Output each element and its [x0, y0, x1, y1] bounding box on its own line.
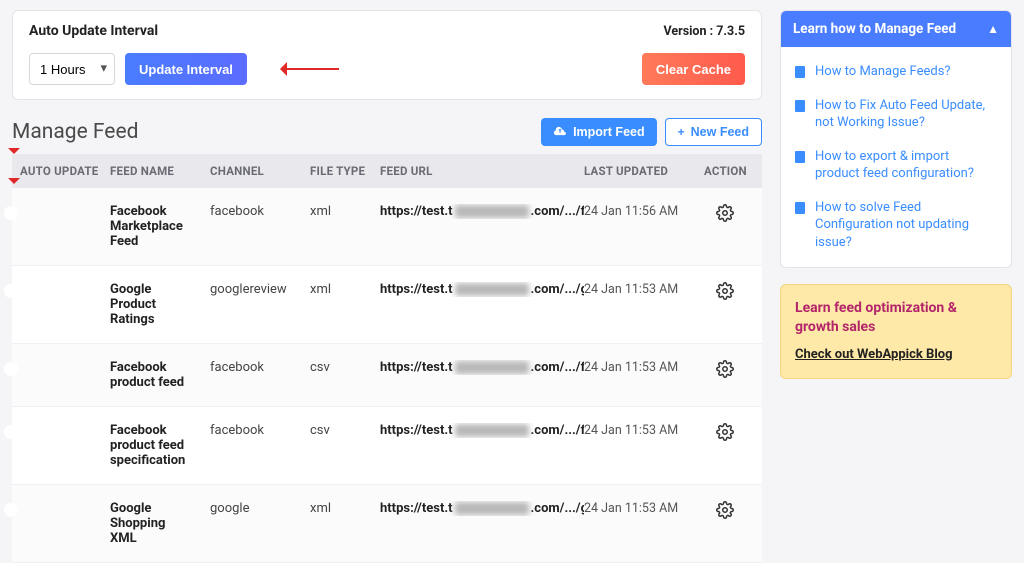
feed-file-type: csv — [310, 423, 380, 438]
feed-table: AUTO UPDATE FEED NAME CHANNEL FILE TYPE … — [12, 154, 762, 563]
feed-last-updated: 24 Jan 11:53 AM — [584, 501, 704, 516]
annotation-marker — [8, 148, 20, 160]
row-action — [704, 423, 754, 445]
table-row: Facebook product feed facebookcsvhttps://… — [12, 344, 762, 407]
help-box-title: Learn how to Manage Feed — [793, 21, 956, 37]
feed-channel: googlereview — [210, 282, 310, 297]
import-feed-button[interactable]: Import Feed — [541, 118, 657, 146]
redacted-segment — [455, 361, 529, 374]
feed-name[interactable]: Facebook product feed specification — [110, 423, 202, 468]
feed-file-type: xml — [310, 282, 380, 297]
feed-name[interactable]: Facebook product feed — [110, 360, 202, 390]
feed-name[interactable]: Google Shopping XML — [110, 501, 202, 546]
redacted-segment — [455, 502, 529, 515]
feed-url[interactable]: https://test.t.com/.../g... — [380, 501, 584, 516]
col-channel[interactable]: CHANNEL — [210, 164, 310, 178]
feed-url[interactable]: https://test.t.com/.../fa... — [380, 423, 584, 438]
feed-channel: facebook — [210, 360, 310, 375]
version-label: Version : 7.3.5 — [663, 24, 745, 39]
row-action — [704, 282, 754, 304]
feed-channel: facebook — [210, 204, 310, 219]
feed-name[interactable]: Facebook Marketplace Feed — [110, 204, 202, 249]
help-link-label: How to export & import product feed conf… — [815, 148, 997, 183]
gear-icon[interactable] — [716, 430, 734, 445]
redacted-segment — [455, 283, 529, 296]
document-icon — [795, 202, 805, 214]
new-feed-button[interactable]: + New Feed — [665, 118, 762, 146]
feed-name[interactable]: Google Product Ratings — [110, 282, 202, 327]
plus-icon: + — [678, 125, 685, 139]
promo-link[interactable]: Check out WebAppick Blog — [795, 347, 953, 362]
cloud-icon — [553, 125, 567, 140]
import-feed-label: Import Feed — [573, 125, 645, 139]
help-link-label: How to solve Feed Configuration not upda… — [815, 199, 997, 252]
document-icon — [795, 66, 805, 78]
feed-channel: facebook — [210, 423, 310, 438]
redacted-segment — [455, 424, 529, 437]
table-row: Facebook Marketplace Feed facebookxmlhttp… — [12, 188, 762, 266]
auto-update-panel: Auto Update Interval Version : 7.3.5 1 H… — [12, 10, 762, 100]
row-action — [704, 360, 754, 382]
promo-box: Learn feed optimization & growth sales C… — [780, 284, 1012, 379]
help-link[interactable]: How to solve Feed Configuration not upda… — [781, 191, 1011, 260]
help-link-label: How to Manage Feeds? — [815, 63, 951, 81]
gear-icon[interactable] — [716, 367, 734, 382]
clear-cache-button[interactable]: Clear Cache — [642, 53, 745, 85]
col-auto-update[interactable]: AUTO UPDATE — [20, 164, 110, 178]
interval-select-wrap: 1 Hours — [29, 53, 115, 85]
gear-icon[interactable] — [716, 211, 734, 226]
help-link-label: How to Fix Auto Feed Update, not Working… — [815, 97, 997, 132]
feed-file-type: csv — [310, 360, 380, 375]
col-feed-url[interactable]: FEED URL — [380, 164, 584, 178]
new-feed-label: New Feed — [691, 125, 749, 139]
feed-url[interactable]: https://test.t.com/.../fa... — [380, 204, 584, 219]
feed-url[interactable]: https://test.t.com/.../g... — [380, 282, 584, 297]
feed-last-updated: 24 Jan 11:53 AM — [584, 360, 704, 375]
chevron-up-icon: ▲ — [987, 22, 999, 36]
annotation-marker — [8, 178, 20, 190]
feed-url[interactable]: https://test.t.com/.../fa... — [380, 360, 584, 375]
feed-last-updated: 24 Jan 11:53 AM — [584, 423, 704, 438]
feed-channel: google — [210, 501, 310, 516]
document-icon — [795, 100, 805, 112]
col-file-type[interactable]: FILE TYPE — [310, 164, 380, 178]
table-row: Google Product Ratings googlereviewxmlhtt… — [12, 266, 762, 344]
row-action — [704, 501, 754, 523]
document-icon — [795, 151, 805, 163]
interval-select[interactable]: 1 Hours — [29, 53, 115, 85]
help-link[interactable]: How to Fix Auto Feed Update, not Working… — [781, 89, 1011, 140]
gear-icon[interactable] — [716, 508, 734, 523]
table-header-row: AUTO UPDATE FEED NAME CHANNEL FILE TYPE … — [12, 154, 762, 188]
redacted-segment — [455, 205, 529, 218]
update-interval-button[interactable]: Update Interval — [125, 53, 247, 85]
promo-title: Learn feed optimization & growth sales — [795, 299, 997, 337]
gear-icon[interactable] — [716, 289, 734, 304]
feed-file-type: xml — [310, 501, 380, 516]
feed-last-updated: 24 Jan 11:53 AM — [584, 282, 704, 297]
feed-last-updated: 24 Jan 11:56 AM — [584, 204, 704, 219]
row-action — [704, 204, 754, 226]
help-box: Learn how to Manage Feed ▲ How to Manage… — [780, 10, 1012, 268]
help-link[interactable]: How to export & import product feed conf… — [781, 140, 1011, 191]
col-feed-name[interactable]: FEED NAME — [110, 164, 210, 178]
section-title: Manage Feed — [12, 120, 138, 144]
table-row: Facebook product feed specification faceb… — [12, 407, 762, 485]
help-link[interactable]: How to Manage Feeds? — [781, 55, 1011, 89]
table-row: Google Shopping XML googlexmlhttps://test… — [12, 485, 762, 563]
feed-file-type: xml — [310, 204, 380, 219]
col-action: ACTION — [704, 164, 754, 178]
col-last-updated[interactable]: LAST UPDATED — [584, 164, 704, 178]
annotation-arrow — [269, 64, 339, 74]
help-box-header[interactable]: Learn how to Manage Feed ▲ — [781, 11, 1011, 47]
panel-title: Auto Update Interval — [29, 23, 158, 39]
